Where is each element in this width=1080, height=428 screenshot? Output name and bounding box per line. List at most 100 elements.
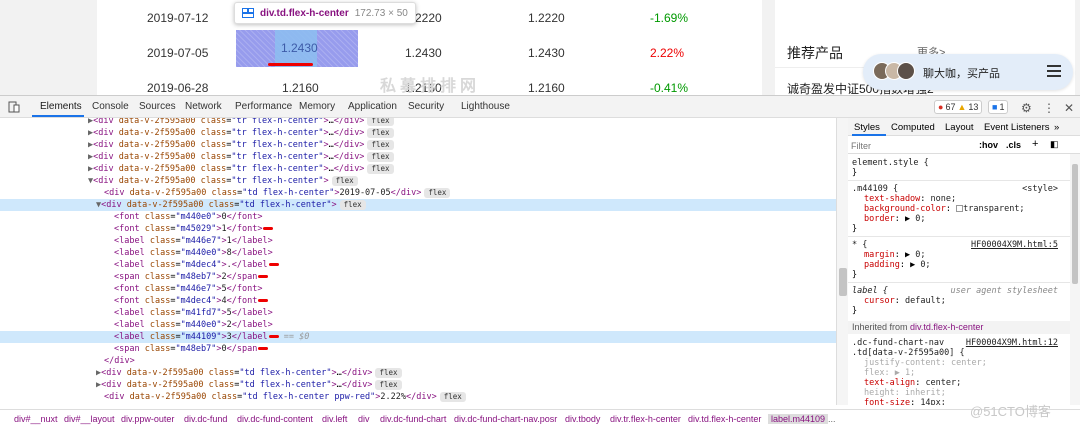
breadcrumb-item[interactable]: div#__nuxt [14, 414, 58, 424]
dom-node[interactable]: <label class="m41fd7">5</label> [0, 307, 836, 319]
dom-node-selected[interactable]: <label class="m44109">3</label == $0 [0, 331, 836, 343]
date-cell: 2019-07-12 [147, 11, 209, 25]
style-rule: element.style { [852, 158, 929, 168]
watermark: @51CTO博客 [970, 404, 1051, 419]
dom-node[interactable]: ▶<div data-v-2f595a00 class="td flex-h-c… [0, 379, 836, 391]
change-cell: 2.22% [650, 46, 685, 60]
gear-icon[interactable]: ⚙ [1021, 101, 1032, 115]
devtools-tabbar: Elements Console Sources Network Perform… [0, 96, 1080, 118]
add-rule-icon[interactable]: + [1032, 138, 1038, 150]
chat-widget[interactable]: 聊大咖，买产品 [863, 54, 1073, 90]
tab-layout[interactable]: Layout [945, 122, 974, 133]
device-toggle-icon[interactable] [8, 101, 20, 113]
breadcrumb-item-current[interactable]: label.m44109 [768, 414, 829, 424]
style-rule: * {HF00004X9M.html:5 [852, 240, 1058, 250]
breadcrumb-item[interactable]: div.dc-fund-content [237, 414, 313, 424]
divider [848, 282, 1080, 283]
breadcrumb-item[interactable]: div.ppw-outer [121, 414, 174, 424]
dom-tree[interactable]: ▶<div data-v-2f595a00 class="tr flex-h-c… [0, 118, 836, 405]
styles-filter-bar: :hov .cls + ◧ [848, 137, 1080, 154]
dom-node[interactable]: ▶<div data-v-2f595a00 class="tr flex-h-c… [0, 163, 836, 175]
tab-performance[interactable]: Performance [235, 101, 292, 112]
tooltip-size: 172.73 × 50 [354, 7, 408, 19]
tab-elements[interactable]: Elements [40, 101, 82, 112]
tab-event-listeners[interactable]: Event Listeners [984, 122, 1049, 133]
divider [848, 236, 1080, 237]
value-cell: 1.2430 [405, 46, 442, 60]
highlighted-value: 1.2430 [281, 41, 318, 55]
watermark: 私募排排网 [380, 78, 481, 95]
breadcrumb-item[interactable]: div.td.flex-h-center [688, 414, 761, 424]
tab-more[interactable]: » [1054, 122, 1059, 133]
more-options-icon[interactable]: ⋮ [1043, 101, 1055, 115]
breadcrumb-overflow[interactable]: ... [828, 414, 836, 424]
dom-node[interactable]: <font class="m446e7">5</font> [0, 283, 836, 295]
dom-node[interactable]: <font class="m45029">1</font> [0, 223, 836, 235]
breadcrumb-item[interactable]: div.dc-fund-chart [380, 414, 446, 424]
scrollbar-thumb[interactable] [1072, 164, 1078, 284]
change-cell: -0.41% [650, 81, 689, 95]
dom-node[interactable]: </div> [0, 355, 836, 367]
styles-tabbar: Styles Computed Layout Event Listeners » [848, 118, 1080, 136]
inherited-header: Inherited from div.td.flex-h-center [848, 321, 1070, 334]
active-tab-indicator [32, 115, 84, 117]
breadcrumb-item[interactable]: div.dc-fund-chart-nav.posr [454, 414, 557, 424]
dom-node[interactable]: <div data-v-2f595a00 class="td flex-h-ce… [0, 391, 836, 403]
styles-filter-input[interactable] [851, 139, 966, 152]
styles-scrollbar[interactable] [1070, 154, 1080, 405]
message-count: 1 [999, 102, 1005, 112]
red-annotation [268, 63, 313, 66]
inherited-selector[interactable]: div.td.flex-h-center [910, 322, 983, 332]
dom-node[interactable]: ▼<div data-v-2f595a00 class="tr flex-h-c… [0, 175, 836, 187]
messages-badge[interactable]: ■ 1 [988, 100, 1009, 114]
dom-node[interactable]: ▶<div data-v-2f595a00 class="tr flex-h-c… [0, 151, 836, 163]
cls-toggle[interactable]: .cls [1006, 140, 1021, 150]
dom-node[interactable]: <label class="m440e0">8</label> [0, 247, 836, 259]
toggle-sidebar-icon[interactable]: ◧ [1050, 139, 1059, 150]
breadcrumb-item[interactable]: div [358, 414, 370, 424]
breadcrumb-item[interactable]: div.tr.flex-h-center [610, 414, 681, 424]
dom-node[interactable]: <font class="m440e0">0</font> [0, 211, 836, 223]
dom-node[interactable]: <span class="m48eb7">2</span [0, 271, 836, 283]
dom-node[interactable]: <label class="m4dec4">.</label [0, 259, 836, 271]
dom-node[interactable]: <label class="m440e0">2</label> [0, 319, 836, 331]
value-cell: 1.2430 [528, 46, 565, 60]
dom-node-selected[interactable]: ▼<div data-v-2f595a00 class="td flex-h-c… [0, 199, 836, 211]
hov-toggle[interactable]: :hov [979, 140, 998, 150]
menu-icon[interactable] [1047, 65, 1061, 77]
breadcrumb-item[interactable]: div.dc-fund [184, 414, 227, 424]
dom-node[interactable]: <label class="m446e7">1</label> [0, 235, 836, 247]
chat-text: 聊大咖，买产品 [923, 68, 1000, 80]
tab-security[interactable]: Security [408, 101, 444, 112]
inspect-tooltip: div.td.flex-h-center 172.73 × 50 [234, 2, 416, 24]
recommend-title: 推荐产品 [787, 45, 843, 61]
page-preview: 2019-07-12 1.2220 1.2220 -1.69% 2019-07-… [0, 0, 1080, 95]
tab-network[interactable]: Network [185, 101, 222, 112]
message-icon: ■ [992, 102, 998, 112]
dom-node[interactable]: ▶<div data-v-2f595a00 class="tr flex-h-c… [0, 139, 836, 151]
tab-lighthouse[interactable]: Lighthouse [461, 101, 510, 112]
dom-node[interactable]: ▶<div data-v-2f595a00 class="td flex-h-c… [0, 367, 836, 379]
tab-sources[interactable]: Sources [139, 101, 176, 112]
tab-application[interactable]: Application [348, 101, 397, 112]
dom-node[interactable]: <div data-v-2f595a00 class="td flex-h-ce… [0, 187, 836, 199]
breadcrumb-item[interactable]: div.left [322, 414, 347, 424]
dom-node[interactable]: ▶<div data-v-2f595a00 class="tr flex-h-c… [0, 127, 836, 139]
dom-node[interactable]: <span class="m48eb7">0</span [0, 343, 836, 355]
style-rule: label {user agent stylesheet [852, 286, 1058, 296]
breadcrumb-item[interactable]: div#__layout [64, 414, 115, 424]
tab-console[interactable]: Console [92, 101, 129, 112]
scrollbar-thumb[interactable] [839, 268, 847, 296]
tab-styles[interactable]: Styles [854, 122, 880, 133]
date-cell: 2019-07-05 [147, 46, 209, 60]
breadcrumb-item[interactable]: div.tbody [565, 414, 600, 424]
dom-node[interactable]: <font class="m4dec4">4</font [0, 295, 836, 307]
dom-scrollbar[interactable] [836, 118, 848, 405]
close-icon[interactable]: ✕ [1064, 101, 1074, 115]
value-cell: 1.2160 [528, 81, 565, 95]
error-count: 67 [945, 102, 956, 112]
tab-memory[interactable]: Memory [299, 101, 335, 112]
tab-computed[interactable]: Computed [891, 122, 935, 133]
dom-node[interactable]: ▶<div data-v-2f595a00 class="tr flex-h-c… [0, 118, 836, 127]
issues-badge[interactable]: ● 67 ▲ 13 [934, 100, 983, 114]
